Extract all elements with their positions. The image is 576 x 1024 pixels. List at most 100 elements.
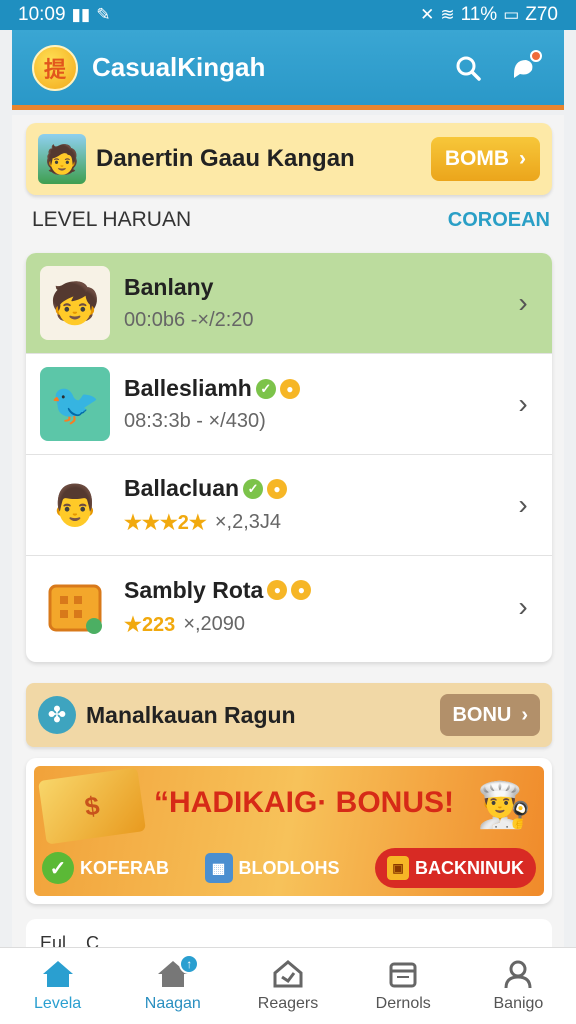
- signal-icon: ▮▮: [71, 5, 91, 24]
- banner-action-backninuk[interactable]: ▣ BACKNINUK: [375, 848, 536, 888]
- man-icon: 👨: [40, 468, 110, 542]
- main-content: 🧑 Danertin Gaau Kangan BOMB › LEVEL HARU…: [12, 115, 564, 949]
- level-item[interactable]: 👨 Ballacluan ✓ ● ★★★2★ ×,2,3J4 ›: [26, 455, 552, 556]
- level-item[interactable]: Sambly Rota ● ● ★223 ×,2090 ›: [26, 556, 552, 657]
- edit-icon: ✎: [96, 5, 111, 24]
- star-text: 2★: [177, 512, 207, 534]
- tab-label: Naagan: [144, 995, 201, 1012]
- star-rating: ★223: [124, 612, 175, 637]
- banner-action-label: KOFERAB: [80, 857, 169, 878]
- tab-label: Dernols: [375, 995, 431, 1012]
- app-logo-icon: 提: [32, 44, 78, 91]
- banner-action-label: BLODLOHS: [238, 857, 340, 878]
- battery-icon: ▭: [503, 5, 520, 24]
- promo-card[interactable]: 🧑 Danertin Gaau Kangan BOMB ›: [26, 123, 552, 195]
- bluetooth-icon: ✕: [420, 5, 435, 24]
- stars-icon: ★★★: [124, 512, 178, 534]
- level-sub-text: ×,2,3J4: [214, 511, 282, 533]
- level-name-text: Ballacluan: [124, 475, 240, 501]
- level-name-text: Ballesliamh: [124, 375, 252, 401]
- battery-text: 11%: [460, 4, 498, 25]
- level-info: Sambly Rota ● ● ★223 ×,2090: [124, 577, 508, 637]
- level-sub: ★★★2★ ×,2,3J4: [124, 510, 508, 535]
- banner-actions: ✓ KOFERAB ▦ BLODLOHS ▣ BACKNINUK: [42, 848, 536, 888]
- tab-levela[interactable]: Levela: [0, 948, 115, 1024]
- bonus-text: Manalkauan Ragun: [86, 701, 296, 728]
- bonus-banner[interactable]: $ “HADIKAIG· BONUS! 👨‍🍳 ✓ KOFERAB ▦ BLOD…: [26, 758, 552, 904]
- money-stack-icon: $: [38, 767, 146, 845]
- status-time: 10:09: [18, 4, 66, 25]
- banner-action-label: BACKNINUK: [415, 857, 524, 878]
- chevron-right-icon: ›: [518, 590, 528, 622]
- level-item[interactable]: 🧒 Banlany 00:0b6 -×/2:20 ›: [26, 253, 552, 354]
- phone-icon: ▦: [204, 853, 233, 883]
- level-info: Ballacluan ✓ ● ★★★2★ ×,2,3J4: [124, 475, 508, 535]
- bonus-bar[interactable]: ✤ Manalkauan Ragun BONU ›: [26, 683, 552, 747]
- check-badge-icon: ✓: [255, 378, 276, 399]
- boy-hat-icon: 🧒: [40, 266, 110, 340]
- banner-action-blodlohs[interactable]: ▦ BLODLOHS: [204, 853, 340, 883]
- level-name-text: Sambly Rota: [124, 576, 264, 603]
- tag-icon: [273, 960, 303, 988]
- chevron-right-icon: ›: [518, 287, 528, 318]
- level-sub-text: ×,2090: [183, 612, 246, 635]
- level-name-text: Banlany: [124, 274, 214, 300]
- clover-icon: ✤: [38, 696, 76, 734]
- wifi-icon: ≋: [440, 5, 455, 24]
- search-button[interactable]: [448, 48, 488, 88]
- status-right: ✕ ≋ 11% ▭ Z70: [420, 4, 558, 26]
- chef-icon: 👨‍🍳: [476, 781, 532, 830]
- status-bar: 10:09 ▮▮ ✎ ✕ ≋ 11% ▭ Z70: [0, 0, 576, 30]
- level-sub-text: 08:3:3b - ×/430): [124, 410, 266, 432]
- chevron-right-icon: ›: [521, 703, 528, 726]
- level-sub: ★223 ×,2090: [124, 612, 508, 637]
- level-info: Ballesliamh ✓ ● 08:3:3b - ×/430): [124, 375, 508, 433]
- section-title: LEVEL HARUAN: [32, 208, 192, 231]
- level-name: Banlany: [124, 274, 508, 301]
- bonus-button[interactable]: BONU ›: [440, 694, 540, 736]
- tab-reagers[interactable]: Reagers: [230, 948, 345, 1024]
- hunter-avatar-icon: 🧑: [38, 134, 86, 184]
- promo-button[interactable]: BOMB ›: [430, 137, 540, 181]
- level-list: 🧒 Banlany 00:0b6 -×/2:20 › 🐦 Ballesliamh…: [26, 253, 552, 662]
- banner-action-koferab[interactable]: ✓ KOFERAB: [42, 852, 169, 884]
- home-icon: [42, 961, 73, 987]
- coin-icon: ●: [267, 478, 288, 499]
- chevron-right-icon: ›: [518, 388, 528, 419]
- banner-title: “HADIKAIG· BONUS!: [154, 786, 454, 819]
- star-rating: ★★★2★: [124, 510, 207, 535]
- section-link[interactable]: COROEAN: [448, 209, 550, 232]
- section-header: LEVEL HARUAN COROEAN: [32, 208, 550, 232]
- logo-glyph: 提: [43, 56, 66, 82]
- level-item[interactable]: 🐦 Ballesliamh ✓ ● 08:3:3b - ×/430) ›: [26, 354, 552, 455]
- promo-text: Danertin Gaau Kangan: [96, 145, 355, 172]
- check-icon: ✓: [42, 852, 74, 884]
- app-title: CasualKingah: [92, 52, 266, 82]
- calendar-icon: [389, 962, 417, 988]
- bottom-tab-bar: Levela ↑ Naagan Reagers Dernols Banigo: [0, 947, 576, 1024]
- tab-naagan[interactable]: ↑ Naagan: [115, 948, 230, 1024]
- star-text: 223: [141, 613, 176, 636]
- stars-icon: ★: [124, 613, 142, 636]
- next-card-peek: Eul... C...: [26, 919, 552, 949]
- level-name: Sambly Rota ● ●: [124, 577, 508, 604]
- person-icon: [504, 960, 532, 989]
- level-sub: 08:3:3b - ×/430): [124, 410, 508, 433]
- promo-button-label: BOMB: [444, 147, 509, 170]
- bonus-button-label: BONU: [452, 703, 512, 726]
- level-name: Ballesliamh ✓ ●: [124, 375, 508, 402]
- banner-inner: $ “HADIKAIG· BONUS! 👨‍🍳 ✓ KOFERAB ▦ BLOD…: [34, 766, 544, 896]
- bird-icon: 🐦: [40, 367, 110, 441]
- level-sub-text: 00:0b6 -×/2:20: [124, 309, 254, 331]
- chevron-right-icon: ›: [519, 147, 526, 170]
- chat-button[interactable]: [504, 48, 544, 88]
- crate-icon: [40, 569, 110, 644]
- chevron-right-icon: ›: [518, 489, 528, 520]
- tab-dernols[interactable]: Dernols: [346, 948, 461, 1024]
- crate-graphic: [48, 584, 102, 634]
- notification-dot: [530, 49, 542, 62]
- tab-label: Reagers: [257, 995, 319, 1012]
- tab-banigo[interactable]: Banigo: [461, 948, 576, 1024]
- search-icon: [456, 56, 481, 81]
- tab-label: Levela: [34, 995, 82, 1012]
